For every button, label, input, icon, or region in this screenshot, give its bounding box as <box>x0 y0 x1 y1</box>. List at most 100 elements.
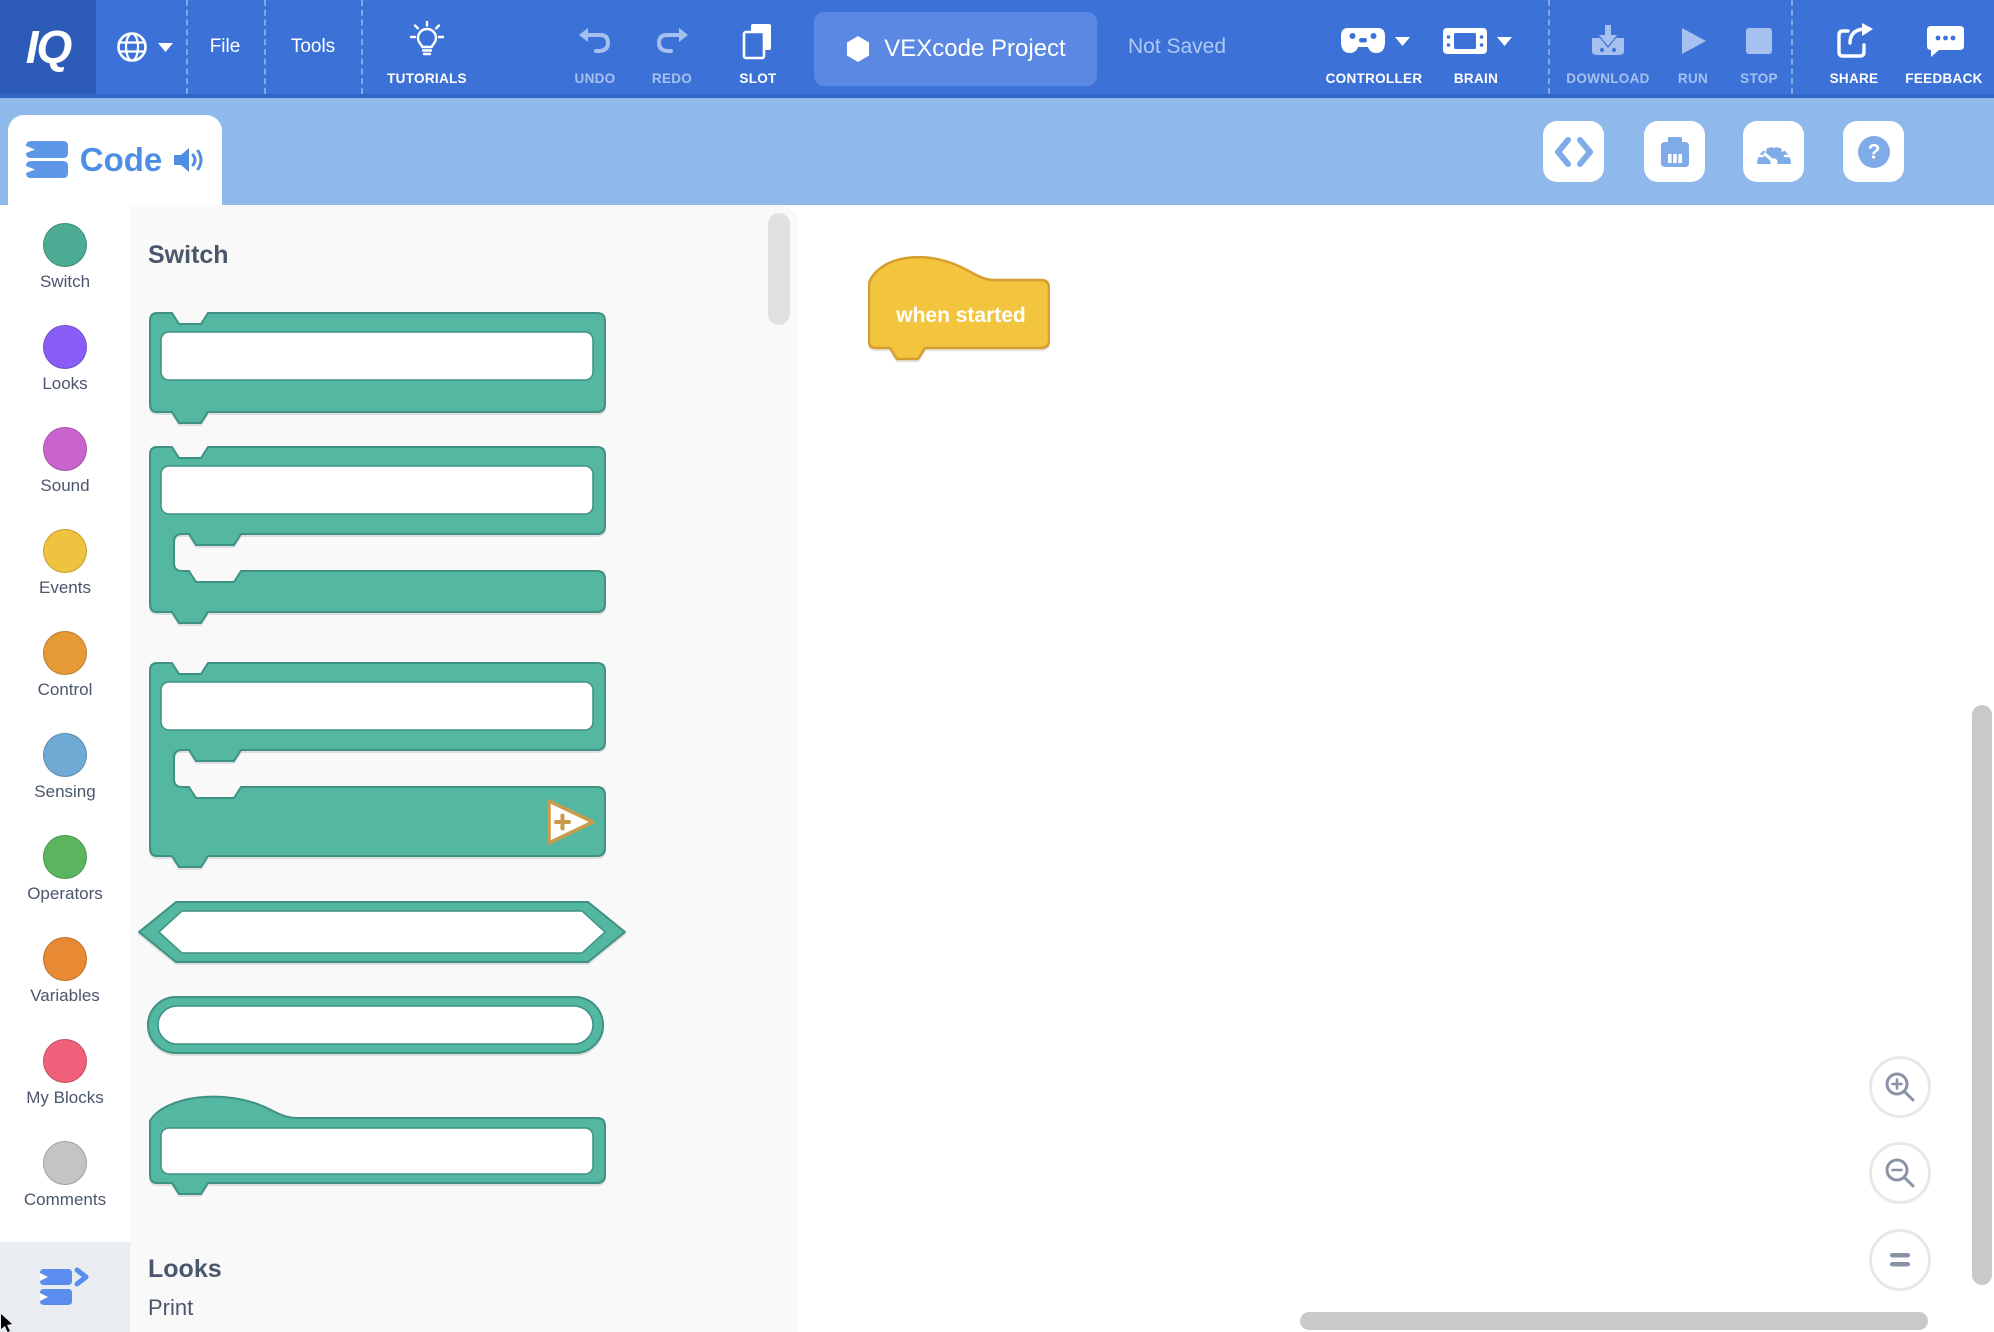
category-label: Control <box>38 680 93 700</box>
top-toolbar: IQ File Tools TUTOR <box>0 0 1994 98</box>
language-menu[interactable] <box>100 0 186 94</box>
palette-scrollbar[interactable] <box>768 213 790 325</box>
help-button[interactable]: ? <box>1843 121 1904 182</box>
category-color-dot[interactable] <box>43 835 87 879</box>
monitor-dashboard-button[interactable] <box>1743 121 1804 182</box>
sidebar-item-looks[interactable]: Looks <box>0 325 130 421</box>
block-input-field[interactable] <box>161 466 593 514</box>
undo-icon <box>578 27 612 55</box>
canvas-horizontal-scrollbar[interactable] <box>1300 1312 1928 1330</box>
category-color-dot[interactable] <box>43 427 87 471</box>
category-label: Comments <box>24 1190 106 1210</box>
category-label: Sensing <box>34 782 95 802</box>
workspace-canvas[interactable]: when started <box>798 205 1994 1332</box>
block-input-field[interactable] <box>161 1128 593 1174</box>
palette-collapse-button[interactable] <box>0 1242 130 1332</box>
when-started-block[interactable]: when started <box>868 256 1050 362</box>
sidebar-item-switch[interactable]: Switch <box>0 223 130 319</box>
tab-code[interactable]: Code <box>8 115 222 205</box>
category-color-dot[interactable] <box>43 325 87 369</box>
palette-block-hat[interactable] <box>149 1095 606 1203</box>
category-color-dot[interactable] <box>43 529 87 573</box>
chevron-down-icon <box>1395 37 1410 46</box>
file-menu[interactable]: File <box>187 0 263 94</box>
category-color-dot[interactable] <box>43 1039 87 1083</box>
toolbar-separator <box>264 0 266 94</box>
brain-button[interactable]: BRAIN <box>1421 0 1531 94</box>
iq-logo-text: IQ <box>26 20 71 74</box>
redo-icon <box>655 27 689 55</box>
code-view-icon <box>1555 137 1593 167</box>
block-input-field[interactable] <box>161 332 593 380</box>
toolbar-separator <box>1791 0 1793 94</box>
block-input-field[interactable] <box>158 1006 593 1044</box>
code-viewer-button[interactable] <box>1543 121 1604 182</box>
slot-icon: 1 <box>740 22 776 60</box>
category-color-dot[interactable] <box>43 223 87 267</box>
sidebar-item-my-blocks[interactable]: My Blocks <box>0 1039 130 1135</box>
category-label: Operators <box>27 884 103 904</box>
feedback-label: FEEDBACK <box>1905 71 1982 86</box>
devices-button[interactable] <box>1644 121 1705 182</box>
zoom-out-icon <box>1883 1156 1917 1190</box>
sidebar-item-control[interactable]: Control <box>0 631 130 727</box>
play-icon <box>1679 26 1707 56</box>
chevron-down-icon <box>1497 37 1512 46</box>
category-label: My Blocks <box>26 1088 103 1108</box>
tab-code-label: Code <box>80 141 163 179</box>
zoom-in-icon <box>1883 1070 1917 1104</box>
palette-block-c-shape[interactable] <box>149 446 606 627</box>
category-color-dot[interactable] <box>43 937 87 981</box>
palette-block-stack[interactable] <box>149 312 606 426</box>
category-color-dot[interactable] <box>43 631 87 675</box>
sidebar-item-operators[interactable]: Operators <box>0 835 130 931</box>
category-label: Sound <box>40 476 89 496</box>
sidebar-item-comments[interactable]: Comments <box>0 1141 130 1237</box>
share-icon <box>1835 23 1873 59</box>
sidebar-item-sound[interactable]: Sound <box>0 427 130 523</box>
hexagon-icon <box>845 35 871 63</box>
undo-label: UNDO <box>575 71 616 86</box>
slot-button[interactable]: 1 SLOT <box>703 0 813 94</box>
block-palette: Switch <box>130 205 798 1332</box>
stop-icon <box>1745 27 1773 55</box>
speaker-icon <box>172 146 206 174</box>
tools-menu[interactable]: Tools <box>275 0 351 94</box>
category-label: Events <box>39 578 91 598</box>
block-input-field[interactable] <box>159 911 605 953</box>
controller-icon <box>1339 23 1387 59</box>
device-port-icon <box>1657 135 1693 169</box>
palette-block-boolean[interactable] <box>138 901 627 963</box>
category-color-dot[interactable] <box>43 733 87 777</box>
canvas-vertical-scrollbar[interactable] <box>1972 705 1992 1285</box>
palette-section-looks: Looks <box>148 1255 222 1284</box>
zoom-in-button[interactable] <box>1869 1056 1931 1118</box>
redo-label: REDO <box>652 71 692 86</box>
project-name-button[interactable]: VEXcode Project <box>814 12 1097 86</box>
feedback-button[interactable]: FEEDBACK <box>1889 0 1994 94</box>
zoom-out-button[interactable] <box>1869 1142 1931 1204</box>
save-status: Not Saved <box>1107 0 1247 94</box>
stop-label: STOP <box>1740 71 1778 86</box>
tutorials-label: TUTORIALS <box>387 71 467 86</box>
sidebar-item-events[interactable]: Events <box>0 529 130 625</box>
toolbar-separator <box>361 0 363 94</box>
workspace-toolbar: Code <box>0 98 1994 205</box>
tutorials-button[interactable]: TUTORIALS <box>372 0 482 94</box>
controller-button[interactable]: CONTROLLER <box>1319 0 1429 94</box>
palette-block-reporter[interactable] <box>147 996 604 1054</box>
stop-button[interactable]: STOP <box>1704 0 1814 94</box>
sidebar-item-variables[interactable]: Variables <box>0 937 130 1033</box>
slot-label: SLOT <box>739 71 776 86</box>
gauge-icon <box>1754 136 1794 168</box>
lightbulb-icon <box>409 21 445 61</box>
block-input-field[interactable] <box>161 682 593 730</box>
sidebar-item-sensing[interactable]: Sensing <box>0 733 130 829</box>
iq-logo: IQ <box>0 0 96 94</box>
palette-block-c-shape-extend[interactable] <box>149 662 606 871</box>
category-color-dot[interactable] <box>43 1141 87 1185</box>
mouse-cursor <box>0 1314 16 1332</box>
brain-icon <box>1441 25 1489 57</box>
brain-label: BRAIN <box>1454 71 1498 86</box>
zoom-reset-button[interactable] <box>1869 1229 1931 1291</box>
